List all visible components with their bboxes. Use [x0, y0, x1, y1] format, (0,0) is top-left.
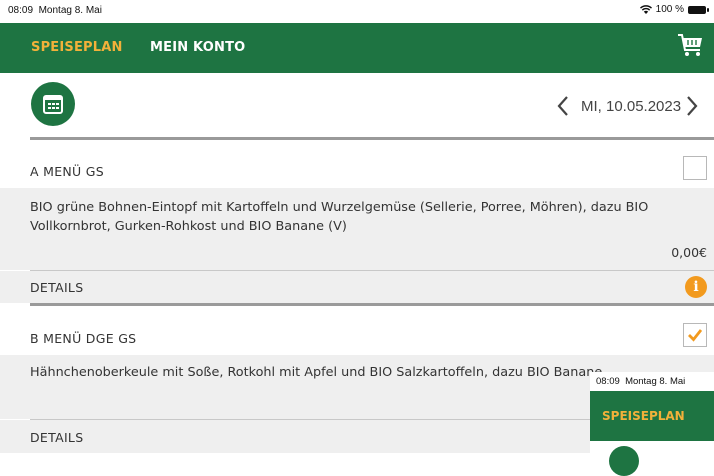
menu-title-a: A MENÜ GS	[30, 164, 105, 179]
thumbnail-calendar-button	[609, 446, 639, 476]
thumbnail-tab-speiseplan: SPEISEPLAN	[602, 409, 685, 423]
menu-a-details-row[interactable]: DETAILS i	[0, 271, 714, 303]
chevron-left-icon[interactable]	[555, 95, 571, 117]
checkmark-icon	[688, 329, 703, 342]
menu-b-checkbox[interactable]	[683, 323, 707, 347]
calendar-button[interactable]	[31, 82, 75, 126]
section-divider	[30, 137, 714, 140]
tab-mein-konto[interactable]: MEIN KONTO	[150, 40, 245, 55]
menu-title-b: B MENÜ DGE GS	[30, 331, 137, 346]
calendar-icon	[43, 95, 63, 114]
battery-icon	[688, 5, 709, 14]
details-label: DETAILS	[30, 430, 84, 445]
menu-a-description-block: BIO grüne Bohnen-Eintopf mit Kartoffeln …	[0, 188, 714, 270]
menu-a-description: BIO grüne Bohnen-Eintopf mit Kartoffeln …	[30, 200, 649, 234]
status-time: 08:09 Montag 8. Mai	[8, 5, 102, 16]
tab-speiseplan[interactable]: SPEISEPLAN	[31, 40, 123, 55]
battery-percent: 100 %	[655, 4, 684, 15]
details-label: DETAILS	[30, 280, 84, 295]
status-bar: 08:09 Montag 8. Mai 100 %	[0, 0, 714, 22]
thumbnail-navbar: SPEISEPLAN	[590, 391, 714, 441]
info-icon[interactable]: i	[685, 276, 707, 298]
menu-a-price: 0,00€	[671, 245, 707, 260]
shopping-cart-icon[interactable]	[676, 31, 704, 59]
screenshot-thumbnail[interactable]: 08:09 Montag 8. Mai SPEISEPLAN	[590, 372, 714, 476]
status-right: 100 %	[639, 4, 709, 15]
selected-date: MI, 10.05.2023	[581, 98, 682, 115]
section-divider	[30, 303, 714, 306]
date-selector: MI, 10.05.2023	[0, 73, 714, 137]
wifi-icon	[639, 5, 652, 14]
top-navigation: SPEISEPLAN MEIN KONTO	[0, 23, 714, 73]
chevron-right-icon[interactable]	[684, 95, 700, 117]
thumbnail-status: 08:09 Montag 8. Mai	[596, 376, 686, 387]
menu-a-checkbox[interactable]	[683, 156, 707, 180]
